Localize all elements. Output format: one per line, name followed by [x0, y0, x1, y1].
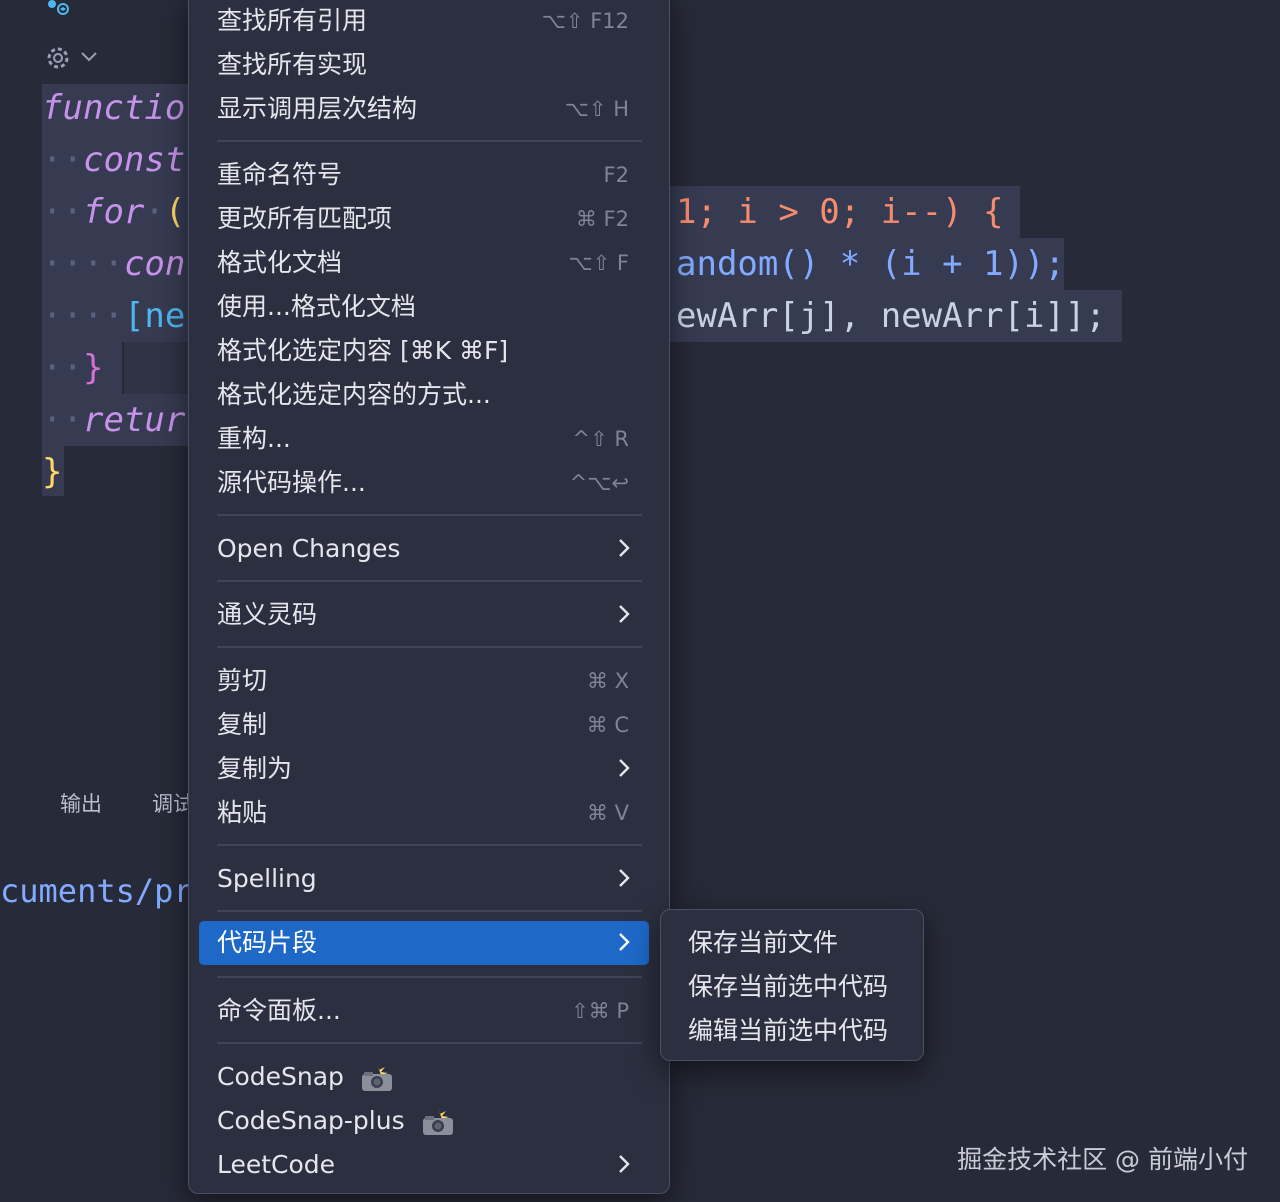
- menu-item-refactor[interactable]: 重构... ^⇧ R: [199, 417, 649, 461]
- chevron-right-icon: [619, 933, 630, 951]
- menu-item-change-all-occurrences[interactable]: 更改所有匹配项 ⌘ F2: [199, 197, 649, 241]
- code-token: for: [82, 192, 145, 232]
- menu-item-find-all-references[interactable]: 查找所有引用 ⌥⇧ F12: [199, 0, 649, 43]
- code-line: ··}: [42, 348, 104, 388]
- gear-icon[interactable]: [44, 44, 72, 72]
- submenu-item-save-current-file[interactable]: 保存当前文件: [688, 921, 838, 965]
- menu-item-codesnap-plus[interactable]: CodeSnap-plus: [199, 1099, 649, 1143]
- menu-item-format-selection-with[interactable]: 格式化选定内容的方式...: [199, 373, 649, 417]
- debug-icon[interactable]: [44, 0, 76, 22]
- menu-item-command-palette[interactable]: 命令面板... ⇧⌘ P: [199, 989, 649, 1033]
- menu-item-open-changes[interactable]: Open Changes: [199, 527, 649, 571]
- code-line: ··const: [42, 140, 186, 180]
- code-line-right: ewArr[j], newArr[i]];: [676, 296, 1106, 336]
- chevron-right-icon: [619, 759, 630, 777]
- selection-highlight: [124, 342, 192, 394]
- code-token: [ne: [123, 296, 186, 336]
- code-line-right: andom() * (i + 1));: [676, 244, 1065, 284]
- menu-item-spelling[interactable]: Spelling: [199, 857, 649, 901]
- menu-item-format-document[interactable]: 格式化文档 ⌥⇧ F: [199, 241, 649, 285]
- menu-item-label: CodeSnap-plus: [217, 1106, 405, 1135]
- chevron-right-icon: [619, 605, 630, 623]
- menu-item-copy-as[interactable]: 复制为: [199, 747, 649, 791]
- code-token: const: [82, 140, 186, 180]
- menu-item-format-document-with[interactable]: 使用...格式化文档: [199, 285, 649, 329]
- code-snippets-submenu: 保存当前文件 保存当前选中代码 编辑当前选中代码: [660, 909, 924, 1061]
- tab-output[interactable]: 输出: [60, 788, 102, 818]
- code-line: functio: [42, 88, 186, 128]
- menu-item-label: CodeSnap: [217, 1062, 344, 1091]
- chevron-right-icon: [619, 539, 630, 557]
- menu-item-cut[interactable]: 剪切 ⌘ X: [199, 659, 649, 703]
- chevron-right-icon: [619, 869, 630, 887]
- code-line: }: [42, 452, 63, 492]
- submenu-item-edit-selected-code[interactable]: 编辑当前选中代码: [688, 1009, 888, 1053]
- code-token: }: [82, 348, 104, 388]
- menu-separator: [217, 976, 642, 978]
- code-token: 1; i > 0; i--) {: [676, 192, 1004, 232]
- code-line: ··for·(: [42, 192, 186, 232]
- menu-item-tongyi-lingma[interactable]: 通义灵码: [199, 593, 649, 637]
- menu-item-source-action[interactable]: 源代码操作... ^⌥↩: [199, 461, 649, 505]
- code-token: con: [123, 244, 186, 284]
- code-token: retur: [82, 400, 186, 440]
- code-line: ····[ne: [42, 296, 186, 336]
- code-token: (: [164, 192, 186, 232]
- menu-item-paste[interactable]: 粘贴 ⌘ V: [199, 791, 649, 835]
- code-line-right: 1; i > 0; i--) {: [676, 190, 1004, 234]
- code-line: ····con: [42, 244, 186, 284]
- menu-item-codesnap[interactable]: CodeSnap: [199, 1055, 649, 1099]
- menu-item-copy[interactable]: 复制 ⌘ C: [199, 703, 649, 747]
- menu-separator: [217, 1042, 642, 1044]
- menu-separator: [217, 140, 642, 142]
- menu-item-find-all-implementations[interactable]: 查找所有实现: [199, 43, 649, 87]
- watermark: 掘金技术社区 @ 前端小付: [957, 1145, 1248, 1174]
- chevron-right-icon: [619, 1155, 630, 1173]
- code-line: ··retur: [42, 400, 186, 440]
- menu-item-show-call-hierarchy[interactable]: 显示调用层次结构 ⌥⇧ H: [199, 87, 649, 131]
- menu-item-leetcode[interactable]: LeetCode: [199, 1143, 649, 1187]
- menu-separator: [217, 514, 642, 516]
- context-menu: 查找所有引用 ⌥⇧ F12 查找所有实现 显示调用层次结构 ⌥⇧ H 重命名符号 F2…: [188, 0, 670, 1194]
- terminal-path: cuments/pro: [0, 872, 212, 910]
- menu-item-format-selection[interactable]: 格式化选定内容 [⌘K ⌘F]: [199, 329, 649, 373]
- camera-flash-icon: [361, 1064, 392, 1091]
- menu-item-rename-symbol[interactable]: 重命名符号 F2: [199, 153, 649, 197]
- camera-flash-icon: [422, 1108, 453, 1135]
- chevron-down-icon[interactable]: [80, 50, 98, 64]
- menu-separator: [217, 646, 642, 648]
- submenu-item-save-selected-code[interactable]: 保存当前选中代码: [688, 965, 888, 1009]
- menu-separator: [217, 910, 642, 912]
- menu-separator: [217, 844, 642, 846]
- menu-item-code-snippets[interactable]: 代码片段: [199, 921, 649, 965]
- menu-separator: [217, 580, 642, 582]
